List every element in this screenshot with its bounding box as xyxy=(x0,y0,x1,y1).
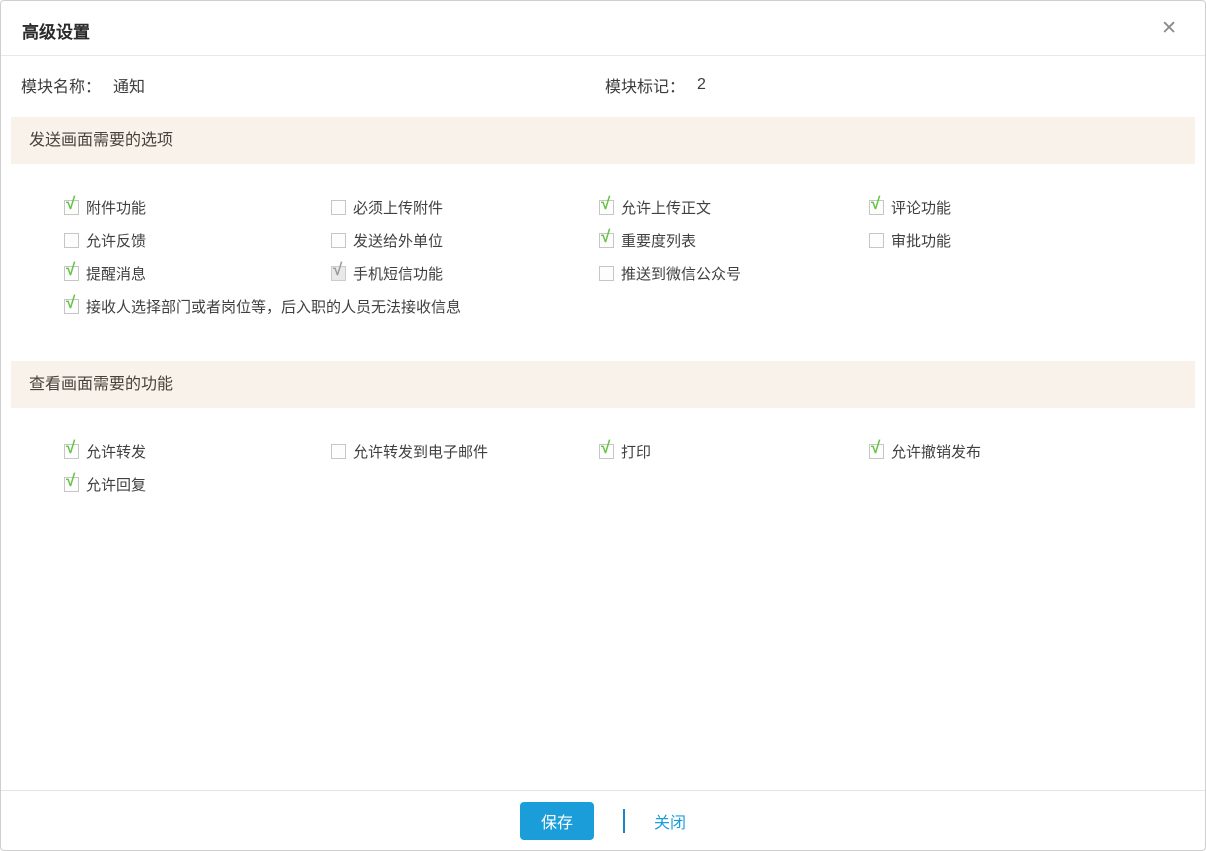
checkbox[interactable]: √ xyxy=(331,266,346,281)
checkbox-item[interactable]: √ 评论功能 xyxy=(869,197,1185,217)
checkbox[interactable]: √ xyxy=(599,266,614,281)
section-header: 查看画面需要的功能 xyxy=(11,361,1195,408)
section-view-functions: 查看画面需要的功能 √ 允许转发 √ 允许转发到电子邮件 √ 打印 √ 允许撤销… xyxy=(1,361,1205,519)
checkbox-label: 允许上传正文 xyxy=(621,197,711,218)
module-name-field: 模块名称： 通知 xyxy=(21,73,605,97)
module-name-label: 模块名称： xyxy=(21,73,101,97)
checkbox-label: 允许撤销发布 xyxy=(891,441,981,462)
checkbox-item[interactable]: √ 允许回复 xyxy=(64,474,331,494)
check-icon: √ xyxy=(66,472,75,489)
checkbox-item[interactable]: √ 审批功能 xyxy=(869,230,1185,250)
checkbox-label: 审批功能 xyxy=(891,230,951,251)
module-tag-label: 模块标记： xyxy=(605,73,685,97)
section-send-options: 发送画面需要的选项 √ 附件功能 √ 必须上传附件 √ 允许上传正文 √ 评论功… xyxy=(1,117,1205,341)
close-button[interactable]: 关闭 xyxy=(654,809,686,833)
checkbox-item[interactable]: √ 提醒消息 xyxy=(64,263,331,283)
checkbox-item[interactable]: √ 接收人选择部门或者岗位等，后入职的人员无法接收信息 xyxy=(64,296,1185,316)
checkbox-label: 发送给外单位 xyxy=(353,230,443,251)
checkbox-item[interactable]: √ 手机短信功能 xyxy=(331,263,599,283)
checkbox-grid: √ 允许转发 √ 允许转发到电子邮件 √ 打印 √ 允许撤销发布 √ 允许回复 xyxy=(1,408,1205,519)
checkbox-item[interactable]: √ 重要度列表 xyxy=(599,230,869,250)
footer-separator xyxy=(623,809,625,833)
checkbox[interactable]: √ xyxy=(869,444,884,459)
checkbox-item[interactable]: √ 附件功能 xyxy=(64,197,331,217)
checkbox[interactable]: √ xyxy=(64,299,79,314)
checkbox-item[interactable]: √ 允许转发 xyxy=(64,441,331,461)
checkbox-label: 手机短信功能 xyxy=(353,263,443,284)
checkbox[interactable]: √ xyxy=(869,233,884,248)
checkbox-grid: √ 附件功能 √ 必须上传附件 √ 允许上传正文 √ 评论功能 √ 允许反馈 √… xyxy=(1,164,1205,341)
check-icon: √ xyxy=(66,195,75,212)
checkbox-label: 推送到微信公众号 xyxy=(621,263,741,284)
checkbox-item[interactable]: √ 发送给外单位 xyxy=(331,230,599,250)
checkbox[interactable]: √ xyxy=(869,200,884,215)
section-header: 发送画面需要的选项 xyxy=(11,117,1195,164)
checkbox[interactable]: √ xyxy=(64,477,79,492)
checkbox-label: 重要度列表 xyxy=(621,230,696,251)
checkbox[interactable]: √ xyxy=(64,444,79,459)
checkbox-label: 必须上传附件 xyxy=(353,197,443,218)
checkbox-label: 打印 xyxy=(621,441,651,462)
checkbox[interactable]: √ xyxy=(64,233,79,248)
checkbox[interactable]: √ xyxy=(331,200,346,215)
check-icon: √ xyxy=(66,261,75,278)
checkbox[interactable]: √ xyxy=(64,266,79,281)
checkbox-label: 评论功能 xyxy=(891,197,951,218)
save-button[interactable]: 保存 xyxy=(520,802,594,840)
module-tag-value: 2 xyxy=(697,76,706,94)
checkbox-label: 允许反馈 xyxy=(86,230,146,251)
advanced-settings-dialog: 高级设置 ✕ 模块名称： 通知 模块标记： 2 发送画面需要的选项 √ 附件功能… xyxy=(0,0,1206,851)
checkbox-label: 附件功能 xyxy=(86,197,146,218)
checkbox-item[interactable]: √ 推送到微信公众号 xyxy=(599,263,869,283)
check-icon: √ xyxy=(333,261,342,278)
checkbox[interactable]: √ xyxy=(599,444,614,459)
checkbox-item[interactable]: √ 允许撤销发布 xyxy=(869,441,1185,461)
check-icon: √ xyxy=(66,439,75,456)
check-icon: √ xyxy=(871,439,880,456)
module-name-value: 通知 xyxy=(113,73,145,97)
checkbox-item[interactable]: √ 必须上传附件 xyxy=(331,197,599,217)
checkbox-label: 允许回复 xyxy=(86,474,146,495)
checkbox-label: 接收人选择部门或者岗位等，后入职的人员无法接收信息 xyxy=(86,296,461,317)
checkbox-item[interactable]: √ 允许转发到电子邮件 xyxy=(331,441,599,461)
checkbox-item[interactable]: √ 允许上传正文 xyxy=(599,197,869,217)
checkbox-label: 允许转发 xyxy=(86,441,146,462)
checkbox[interactable]: √ xyxy=(599,200,614,215)
close-icon[interactable]: ✕ xyxy=(1157,15,1181,42)
check-icon: √ xyxy=(66,294,75,311)
checkbox[interactable]: √ xyxy=(331,233,346,248)
module-tag-field: 模块标记： 2 xyxy=(605,73,1189,97)
dialog-footer: 保存 关闭 xyxy=(1,790,1205,850)
module-info-row: 模块名称： 通知 模块标记： 2 xyxy=(1,73,1205,97)
checkbox-item[interactable]: √ 允许反馈 xyxy=(64,230,331,250)
checkbox[interactable]: √ xyxy=(331,444,346,459)
check-icon: √ xyxy=(871,195,880,212)
checkbox-label: 允许转发到电子邮件 xyxy=(353,441,488,462)
dialog-title: 高级设置 xyxy=(22,18,90,43)
checkbox-item[interactable]: √ 打印 xyxy=(599,441,869,461)
dialog-header: 高级设置 ✕ xyxy=(1,1,1205,56)
check-icon: √ xyxy=(601,439,610,456)
check-icon: √ xyxy=(601,228,610,245)
checkbox-label: 提醒消息 xyxy=(86,263,146,284)
checkbox[interactable]: √ xyxy=(64,200,79,215)
checkbox[interactable]: √ xyxy=(599,233,614,248)
check-icon: √ xyxy=(601,195,610,212)
